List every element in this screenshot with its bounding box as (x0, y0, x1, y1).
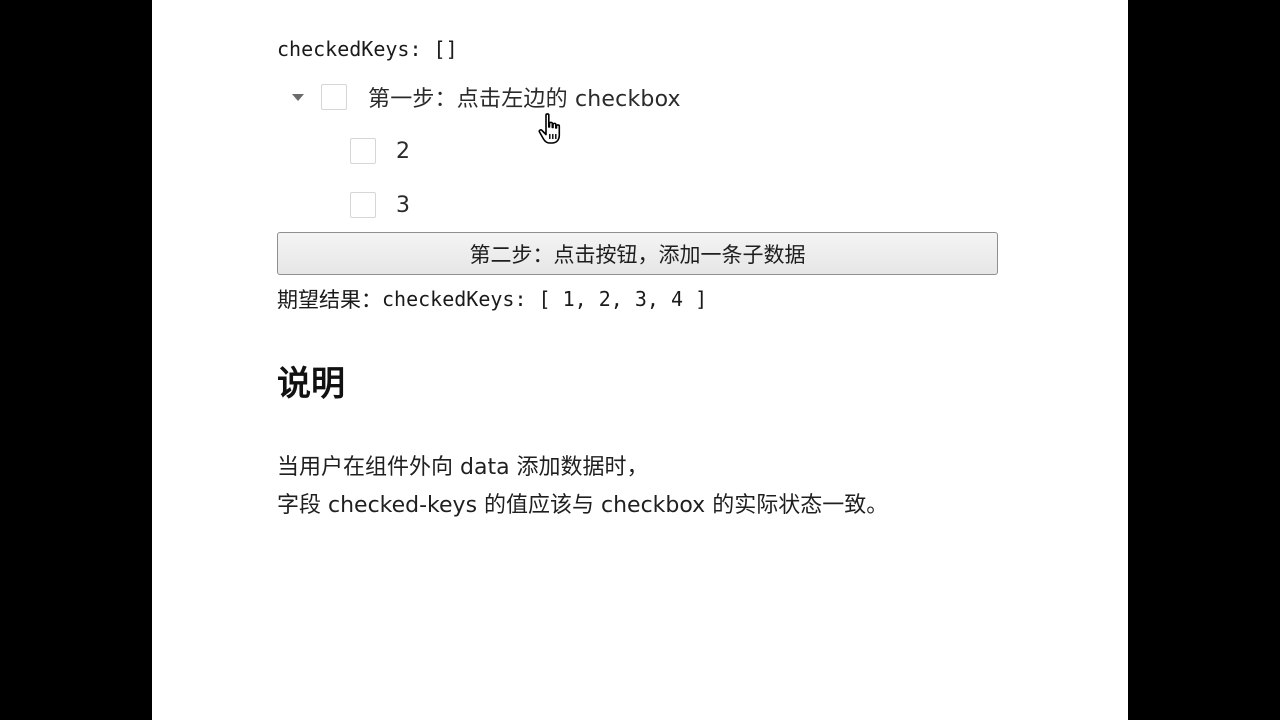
tree-root-label[interactable]: 第一步：点击左边的 checkbox (368, 81, 681, 113)
demo-page: checkedKeys: [] 第一步：点击左边的 checkbox 2 3 第… (152, 0, 1128, 720)
description-heading: 说明 (277, 364, 345, 404)
description-line: 字段 checked-keys 的值应该与 checkbox 的实际状态一致。 (277, 493, 889, 518)
expected-result-label: 期望结果： (277, 288, 382, 312)
expected-result-code: checkedKeys: [ 1, 2, 3, 4 ] (382, 287, 708, 311)
tree-child-label[interactable]: 3 (396, 193, 410, 218)
tree-child-checkbox[interactable] (350, 138, 376, 164)
checked-keys-display: checkedKeys: [] (277, 37, 458, 61)
add-child-button[interactable]: 第二步：点击按钮，添加一条子数据 (277, 232, 998, 275)
tree-root-checkbox[interactable] (321, 84, 347, 110)
tree-node-child[interactable]: 3 (350, 190, 410, 220)
hand-pointer-cursor (538, 113, 561, 144)
description-line: 当用户在组件外向 data 添加数据时， (277, 455, 649, 480)
tree-child-label[interactable]: 2 (396, 139, 410, 164)
tree-node-child[interactable]: 2 (350, 136, 410, 166)
caret-down-icon[interactable] (292, 93, 304, 101)
tree-node-root[interactable]: 第一步：点击左边的 checkbox (292, 82, 681, 112)
tree-child-checkbox[interactable] (350, 192, 376, 218)
expected-result: 期望结果： checkedKeys: [ 1, 2, 3, 4 ] (277, 284, 707, 314)
